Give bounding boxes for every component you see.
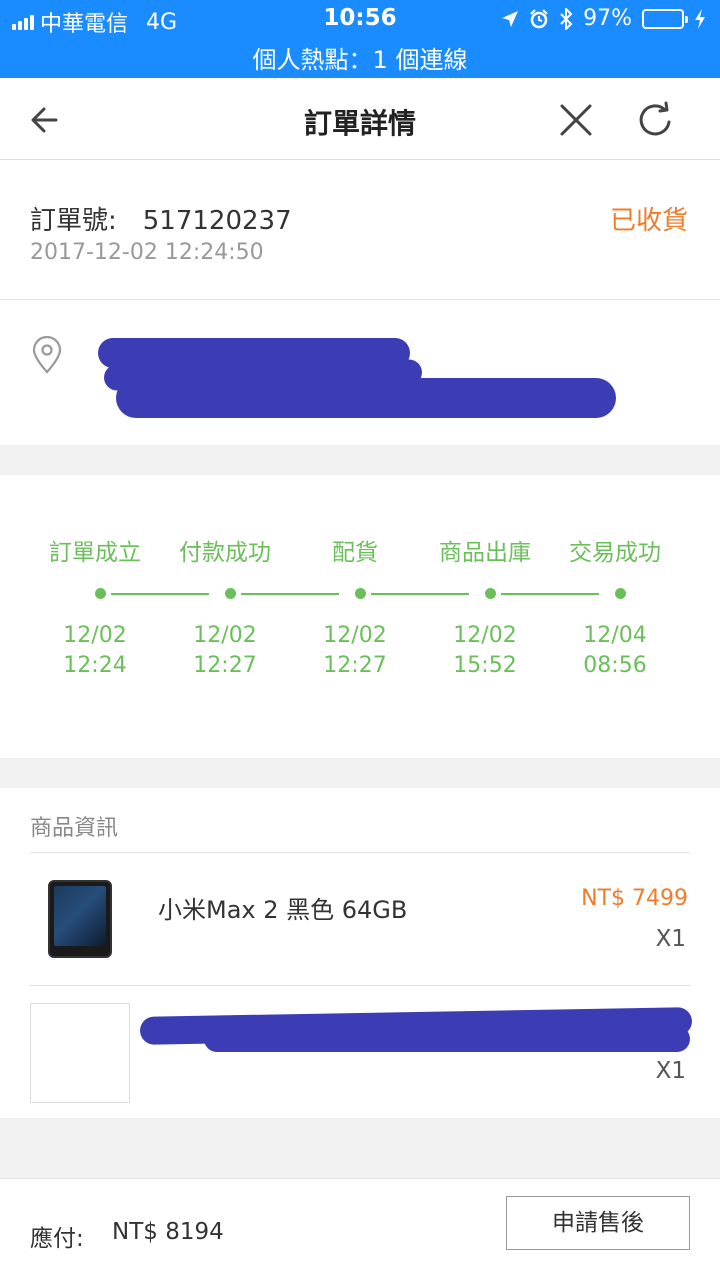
step-time: 12:27 [323, 653, 387, 678]
progress-dot [615, 588, 626, 599]
after-sale-button[interactable]: 申請售後 [506, 1196, 690, 1250]
step-label: 配貨 [332, 540, 378, 566]
close-icon [560, 104, 592, 136]
progress-dot [485, 588, 496, 599]
step-label: 交易成功 [569, 540, 661, 566]
step-date: 12/02 [63, 623, 127, 648]
order-progress: 訂單成立 付款成功 配貨 商品出庫 交易成功 12/02 12:24 12/02 1… [0, 475, 720, 758]
redaction-mark [204, 1026, 690, 1052]
close-button[interactable] [556, 100, 596, 140]
bluetooth-icon [560, 7, 573, 30]
product-image[interactable] [30, 1003, 130, 1103]
step-time: 12:27 [193, 653, 257, 678]
battery-icon [642, 8, 688, 29]
order-number: 517120237 [142, 206, 292, 236]
hotspot-banner[interactable]: 個人熱點：1 個連線 [0, 40, 720, 75]
product-image[interactable] [48, 880, 112, 958]
order-datetime: 2017-12-02 12:24:50 [30, 240, 264, 265]
order-status-badge: 已收貨 [609, 206, 688, 236]
step-label: 訂單成立 [49, 540, 141, 566]
location-pin-icon [32, 336, 62, 374]
step-date: 12/02 [453, 623, 517, 648]
step-time: 15:52 [453, 653, 517, 678]
charging-icon [695, 8, 705, 29]
progress-line [371, 593, 469, 595]
navbar: 訂單詳情 [0, 78, 720, 160]
progress-dot [355, 588, 366, 599]
step-datetime: 12/02 12:27 [160, 621, 290, 681]
divider [30, 852, 690, 853]
progress-dot [95, 588, 106, 599]
step-time: 08:56 [583, 653, 647, 678]
status-bar: 中華電信 4G 10:56 97% 個人熱點：1 個連線 [0, 0, 720, 78]
step-date: 12/02 [323, 623, 387, 648]
step-date: 12/04 [583, 623, 647, 648]
amount-due: NT$ 8194 [112, 1219, 224, 1245]
step-label: 付款成功 [179, 540, 271, 566]
step-label: 商品出庫 [439, 540, 531, 566]
refresh-icon [639, 101, 671, 136]
goods-heading: 商品資訊 [30, 816, 119, 841]
progress-line [501, 593, 599, 595]
refresh-button[interactable] [636, 100, 676, 140]
location-arrow-icon [502, 10, 519, 27]
battery-percent: 97% [583, 6, 632, 31]
alarm-icon [530, 8, 548, 28]
goods-section: 商品資訊 小米Max 2 黑色 64GB NT$ 7499 X1 X1 [0, 788, 720, 1118]
order-number-label: 訂單號: [30, 206, 117, 236]
page-title: 訂單詳情 [303, 107, 416, 140]
product-name[interactable]: 小米Max 2 黑色 64GB [158, 890, 407, 925]
step-date: 12/02 [193, 623, 257, 648]
step-datetime: 12/02 15:52 [420, 621, 550, 681]
step-datetime: 12/02 12:24 [30, 621, 160, 681]
product-quantity: X1 [655, 1058, 686, 1084]
step-datetime: 12/04 08:56 [550, 621, 680, 681]
product-price: NT$ 7499 [581, 886, 688, 911]
step-datetime: 12/02 12:27 [290, 621, 420, 681]
product-quantity: X1 [655, 926, 686, 952]
progress-line [111, 593, 209, 595]
bottom-bar: 應付: NT$ 8194 申請售後 [0, 1178, 720, 1280]
order-info: 訂單號: 517120237 已收貨 2017-12-02 12:24:50 [0, 160, 720, 396]
order-number-row: 訂單號: 517120237 [30, 200, 292, 237]
redaction-mark [116, 378, 616, 418]
amount-due-label: 應付: [30, 1226, 84, 1252]
step-time: 12:24 [63, 653, 127, 678]
divider [30, 985, 690, 986]
progress-line [241, 593, 339, 595]
progress-dot [225, 588, 236, 599]
